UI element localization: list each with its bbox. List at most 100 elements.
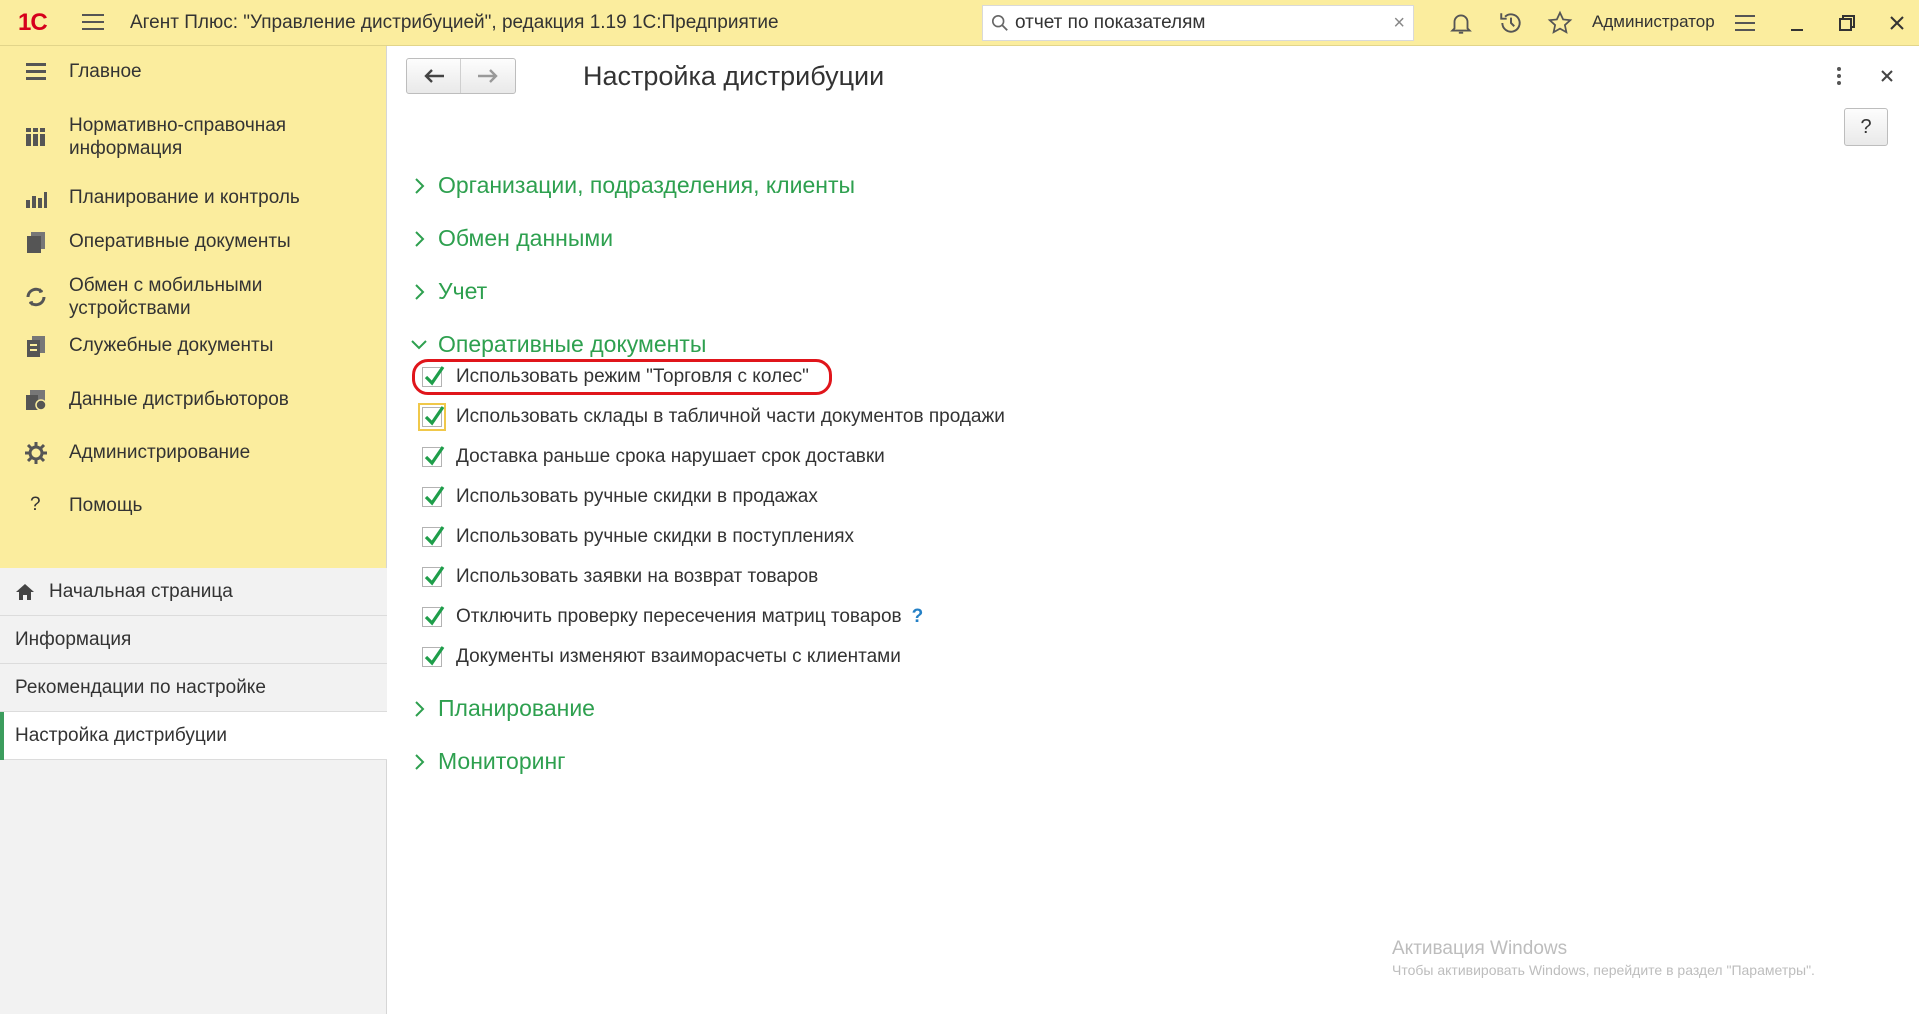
- checkbox[interactable]: [422, 646, 445, 667]
- distributor-data-icon: [26, 390, 47, 411]
- group-label: Учет: [438, 278, 488, 304]
- checkbox-row[interactable]: Использовать ручные скидки в продажах: [422, 483, 818, 511]
- checkbox-row[interactable]: Доставка раньше срока нарушает срок дост…: [422, 443, 885, 471]
- group-operational-docs[interactable]: Оперативные документы: [410, 331, 706, 358]
- group-label: Обмен данными: [438, 225, 614, 251]
- chart-icon: [26, 192, 47, 208]
- page-title: Настройка дистрибуции: [583, 61, 885, 91]
- sections-panel: Главное Нормативно-справочная информация…: [0, 46, 386, 568]
- open-window-info[interactable]: Информация: [0, 616, 387, 664]
- checkbox[interactable]: [422, 606, 445, 627]
- checkmark-icon: [424, 366, 445, 386]
- group-accounting[interactable]: Учет: [410, 278, 487, 305]
- field-help-icon[interactable]: ?: [912, 606, 924, 628]
- checkbox[interactable]: [422, 366, 445, 387]
- app-logo[interactable]: 1С: [18, 9, 48, 37]
- sidebar-item-administration[interactable]: Администрирование: [0, 435, 387, 471]
- checkbox-label: Использовать склады в табличной части до…: [456, 406, 1005, 427]
- open-window-label: Рекомендации по настройке: [15, 677, 266, 698]
- minimize-icon[interactable]: [1782, 8, 1812, 38]
- books-icon: [26, 128, 45, 146]
- help-icon: ?: [30, 494, 41, 515]
- sidebar-item-operational-docs[interactable]: Оперативные документы: [0, 224, 387, 260]
- chevron-right-icon: [415, 177, 425, 194]
- group-planning[interactable]: Планирование: [410, 695, 595, 722]
- checkbox-row[interactable]: Использовать заявки на возврат товаров: [422, 563, 818, 591]
- open-window-distribution-settings[interactable]: Настройка дистрибуции: [0, 712, 387, 760]
- checkmark-icon: [424, 406, 445, 426]
- bell-icon[interactable]: [1448, 10, 1474, 36]
- chevron-down-icon: [411, 339, 427, 349]
- checkbox-row[interactable]: Отключить проверку пересечения матриц то…: [422, 603, 923, 631]
- open-window-label: Настройка дистрибуции: [15, 725, 227, 746]
- checkmark-icon: [424, 446, 445, 466]
- checkbox[interactable]: [422, 446, 445, 467]
- sidebar-item-label: Данные дистрибьюторов: [69, 389, 289, 410]
- restore-icon[interactable]: [1832, 8, 1862, 38]
- more-vertical-icon[interactable]: [1829, 64, 1849, 88]
- group-data-exchange[interactable]: Обмен данными: [410, 225, 613, 252]
- group-label: Планирование: [438, 695, 595, 721]
- checkbox-row[interactable]: Документы изменяют взаиморасчеты с клиен…: [422, 643, 901, 671]
- sidebar-item-label: Обмен с мобильными устройствами: [69, 275, 263, 319]
- sidebar-item-label: Помощь: [69, 495, 143, 516]
- chevron-right-icon: [415, 283, 425, 300]
- sidebar-item-label: Служебные документы: [69, 335, 274, 356]
- sidebar-item-help[interactable]: ? Помощь: [0, 488, 387, 524]
- checkbox[interactable]: [422, 526, 445, 547]
- sidebar: Главное Нормативно-справочная информация…: [0, 46, 387, 1014]
- windows-activation-text: Чтобы активировать Windows, перейдите в …: [1392, 962, 1815, 978]
- title-bar: 1С Агент Плюс: "Управление дистрибуцией"…: [0, 0, 1919, 46]
- checkbox-row[interactable]: Использовать ручные скидки в поступления…: [422, 523, 854, 551]
- checkbox-label: Использовать заявки на возврат товаров: [456, 566, 819, 587]
- checkmark-icon: [424, 526, 445, 546]
- settings-lines-icon[interactable]: [1730, 8, 1760, 38]
- checkbox[interactable]: [422, 486, 445, 507]
- clear-search-icon[interactable]: ×: [1393, 12, 1405, 35]
- sidebar-item-service-docs[interactable]: Служебные документы: [0, 328, 387, 364]
- documents-icon: [27, 232, 45, 253]
- group-label: Оперативные документы: [438, 331, 707, 357]
- home-icon: [16, 584, 34, 600]
- favorites-star-icon[interactable]: [1547, 10, 1573, 36]
- checkbox-label: Отключить проверку пересечения матриц то…: [456, 606, 902, 627]
- search-icon: [991, 14, 1008, 31]
- checkbox-row[interactable]: Использовать режим "Торговля с колес": [422, 363, 809, 391]
- checkmark-icon: [424, 486, 445, 506]
- history-icon[interactable]: [1498, 10, 1524, 36]
- arrow-left-icon: [423, 69, 444, 83]
- arrow-right-icon: [478, 69, 498, 83]
- checkbox-label: Использовать режим "Торговля с колес": [456, 366, 809, 387]
- open-window-recommendations[interactable]: Рекомендации по настройке: [0, 664, 387, 712]
- current-user[interactable]: Администратор: [1592, 12, 1715, 32]
- open-window-home[interactable]: Начальная страница: [0, 568, 387, 616]
- group-label: Мониторинг: [438, 748, 566, 774]
- checkbox[interactable]: [422, 566, 445, 587]
- help-button[interactable]: ?: [1844, 108, 1888, 146]
- open-window-label: Начальная страница: [49, 581, 233, 602]
- sidebar-item-mobile-exchange[interactable]: Обмен с мобильными устройствами: [0, 272, 387, 322]
- checkbox-row[interactable]: Использовать склады в табличной части до…: [418, 403, 1005, 431]
- sidebar-item-planning[interactable]: Планирование и контроль: [0, 180, 387, 216]
- search-box[interactable]: ×: [982, 5, 1414, 41]
- group-organizations[interactable]: Организации, подразделения, клиенты: [410, 172, 855, 199]
- sidebar-item-distributor-data[interactable]: Данные дистрибьюторов: [0, 382, 387, 418]
- windows-activation-title: Активация Windows: [1392, 938, 1568, 959]
- sidebar-item-main[interactable]: Главное: [0, 54, 387, 90]
- checkbox-label: Использовать ручные скидки в продажах: [456, 486, 818, 507]
- back-button[interactable]: [407, 59, 462, 93]
- close-window-icon[interactable]: [1882, 8, 1912, 38]
- checkbox-label: Документы изменяют взаиморасчеты с клиен…: [456, 646, 901, 667]
- sync-icon: [26, 287, 46, 307]
- group-monitoring[interactable]: Мониторинг: [410, 748, 566, 775]
- app-title: Агент Плюс: "Управление дистрибуцией", р…: [130, 12, 779, 33]
- search-input[interactable]: [1015, 10, 1375, 36]
- checkbox[interactable]: [418, 403, 446, 431]
- main-menu-icon[interactable]: [82, 14, 104, 32]
- gear-icon: [25, 442, 47, 464]
- sidebar-item-label: Оперативные документы: [69, 231, 291, 252]
- close-icon[interactable]: [1875, 64, 1899, 88]
- forward-button[interactable]: [461, 59, 515, 93]
- checkbox-label: Использовать ручные скидки в поступления…: [456, 526, 854, 547]
- sidebar-item-reference-info[interactable]: Нормативно-справочная информация: [0, 112, 387, 162]
